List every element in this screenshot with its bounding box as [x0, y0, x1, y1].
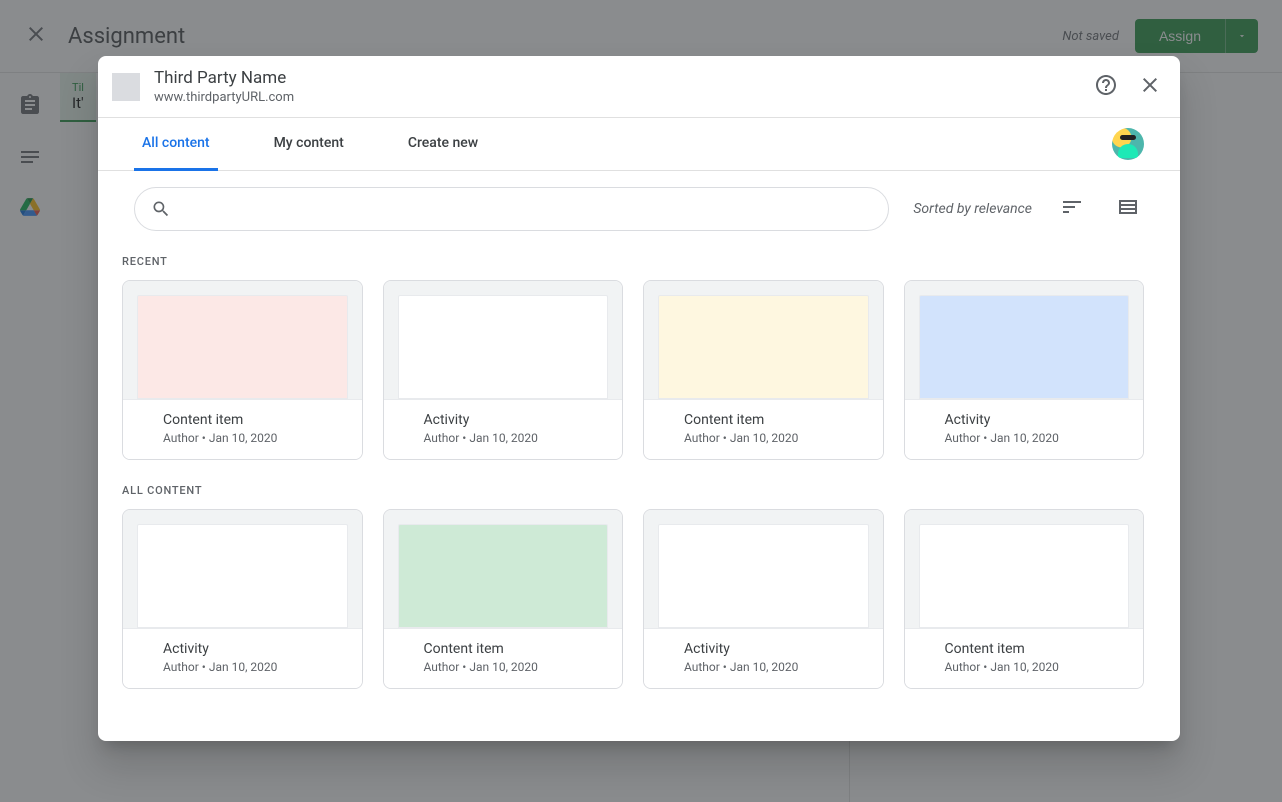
sort-icon[interactable]	[1056, 191, 1088, 227]
avatar[interactable]	[1112, 128, 1144, 160]
card-meta: Content item Author • Jan 10, 2020	[644, 399, 883, 459]
card-title: Content item	[684, 412, 867, 428]
card-thumbnail	[658, 524, 869, 628]
card-title: Content item	[163, 412, 346, 428]
card-thumb-wrap	[123, 281, 362, 399]
card-subtitle: Author • Jan 10, 2020	[424, 660, 607, 674]
card-subtitle: Author • Jan 10, 2020	[684, 431, 867, 445]
card-meta: Content item Author • Jan 10, 2020	[384, 628, 623, 688]
content-card[interactable]: Activity Author • Jan 10, 2020	[904, 280, 1145, 460]
modal-title: Third Party Name	[154, 68, 1094, 88]
thirdparty-logo	[112, 73, 140, 101]
card-thumbnail	[398, 524, 609, 628]
search-box[interactable]	[134, 187, 889, 231]
card-thumbnail	[398, 295, 609, 399]
content-picker-modal: Third Party Name www.thirdpartyURL.com A…	[98, 56, 1180, 741]
section-label-all: ALL CONTENT	[122, 484, 1144, 497]
content-card[interactable]: Activity Author • Jan 10, 2020	[122, 509, 363, 689]
content-card[interactable]: Content item Author • Jan 10, 2020	[122, 280, 363, 460]
card-meta: Activity Author • Jan 10, 2020	[644, 628, 883, 688]
card-meta: Activity Author • Jan 10, 2020	[905, 399, 1144, 459]
content-area: RECENT Content item Author • Jan 10, 2020…	[98, 231, 1180, 741]
card-thumb-wrap	[123, 510, 362, 628]
close-modal-icon[interactable]	[1138, 73, 1162, 101]
tabs: All content My content Create new	[134, 118, 1112, 170]
card-title: Activity	[684, 641, 867, 657]
card-thumb-wrap	[905, 281, 1144, 399]
view-list-icon[interactable]	[1112, 191, 1144, 227]
card-title: Content item	[424, 641, 607, 657]
content-card[interactable]: Content item Author • Jan 10, 2020	[904, 509, 1145, 689]
card-subtitle: Author • Jan 10, 2020	[424, 431, 607, 445]
card-thumb-wrap	[384, 510, 623, 628]
content-card[interactable]: Activity Author • Jan 10, 2020	[383, 280, 624, 460]
section-label-recent: RECENT	[122, 255, 1144, 268]
content-card[interactable]: Activity Author • Jan 10, 2020	[643, 509, 884, 689]
card-thumb-wrap	[644, 510, 883, 628]
card-meta: Content item Author • Jan 10, 2020	[905, 628, 1144, 688]
all-grid: ActivityAuthor • Jan 10, 2020Content ite…	[122, 509, 1144, 689]
card-subtitle: Author • Jan 10, 2020	[945, 431, 1128, 445]
card-subtitle: Author • Jan 10, 2020	[163, 431, 346, 445]
card-thumbnail	[658, 295, 869, 399]
modal-url: www.thirdpartyURL.com	[154, 90, 1094, 105]
card-meta: Activity Author • Jan 10, 2020	[384, 399, 623, 459]
card-thumbnail	[919, 295, 1130, 399]
card-subtitle: Author • Jan 10, 2020	[945, 660, 1128, 674]
tab-all-content[interactable]: All content	[134, 119, 218, 171]
content-card[interactable]: Content item Author • Jan 10, 2020	[383, 509, 624, 689]
card-meta: Activity Author • Jan 10, 2020	[123, 628, 362, 688]
content-card[interactable]: Content item Author • Jan 10, 2020	[643, 280, 884, 460]
card-title: Activity	[163, 641, 346, 657]
modal-header: Third Party Name www.thirdpartyURL.com	[98, 56, 1180, 118]
card-thumb-wrap	[644, 281, 883, 399]
header-text: Third Party Name www.thirdpartyURL.com	[154, 68, 1094, 105]
search-icon	[151, 199, 171, 219]
search-input[interactable]	[181, 201, 872, 218]
tab-create-new[interactable]: Create new	[400, 119, 486, 171]
recent-grid: Content itemAuthor • Jan 10, 2020Activit…	[122, 280, 1144, 460]
card-thumbnail	[137, 295, 348, 399]
card-thumb-wrap	[905, 510, 1144, 628]
card-thumb-wrap	[384, 281, 623, 399]
card-thumbnail	[137, 524, 348, 628]
card-meta: Content item Author • Jan 10, 2020	[123, 399, 362, 459]
help-icon[interactable]	[1094, 73, 1118, 101]
card-subtitle: Author • Jan 10, 2020	[163, 660, 346, 674]
card-title: Activity	[424, 412, 607, 428]
tab-row: All content My content Create new	[98, 118, 1180, 171]
card-title: Content item	[945, 641, 1128, 657]
tab-my-content[interactable]: My content	[266, 119, 352, 171]
card-thumbnail	[919, 524, 1130, 628]
card-subtitle: Author • Jan 10, 2020	[684, 660, 867, 674]
controls-row: Sorted by relevance	[98, 171, 1180, 231]
card-title: Activity	[945, 412, 1128, 428]
sort-label: Sorted by relevance	[913, 201, 1032, 217]
